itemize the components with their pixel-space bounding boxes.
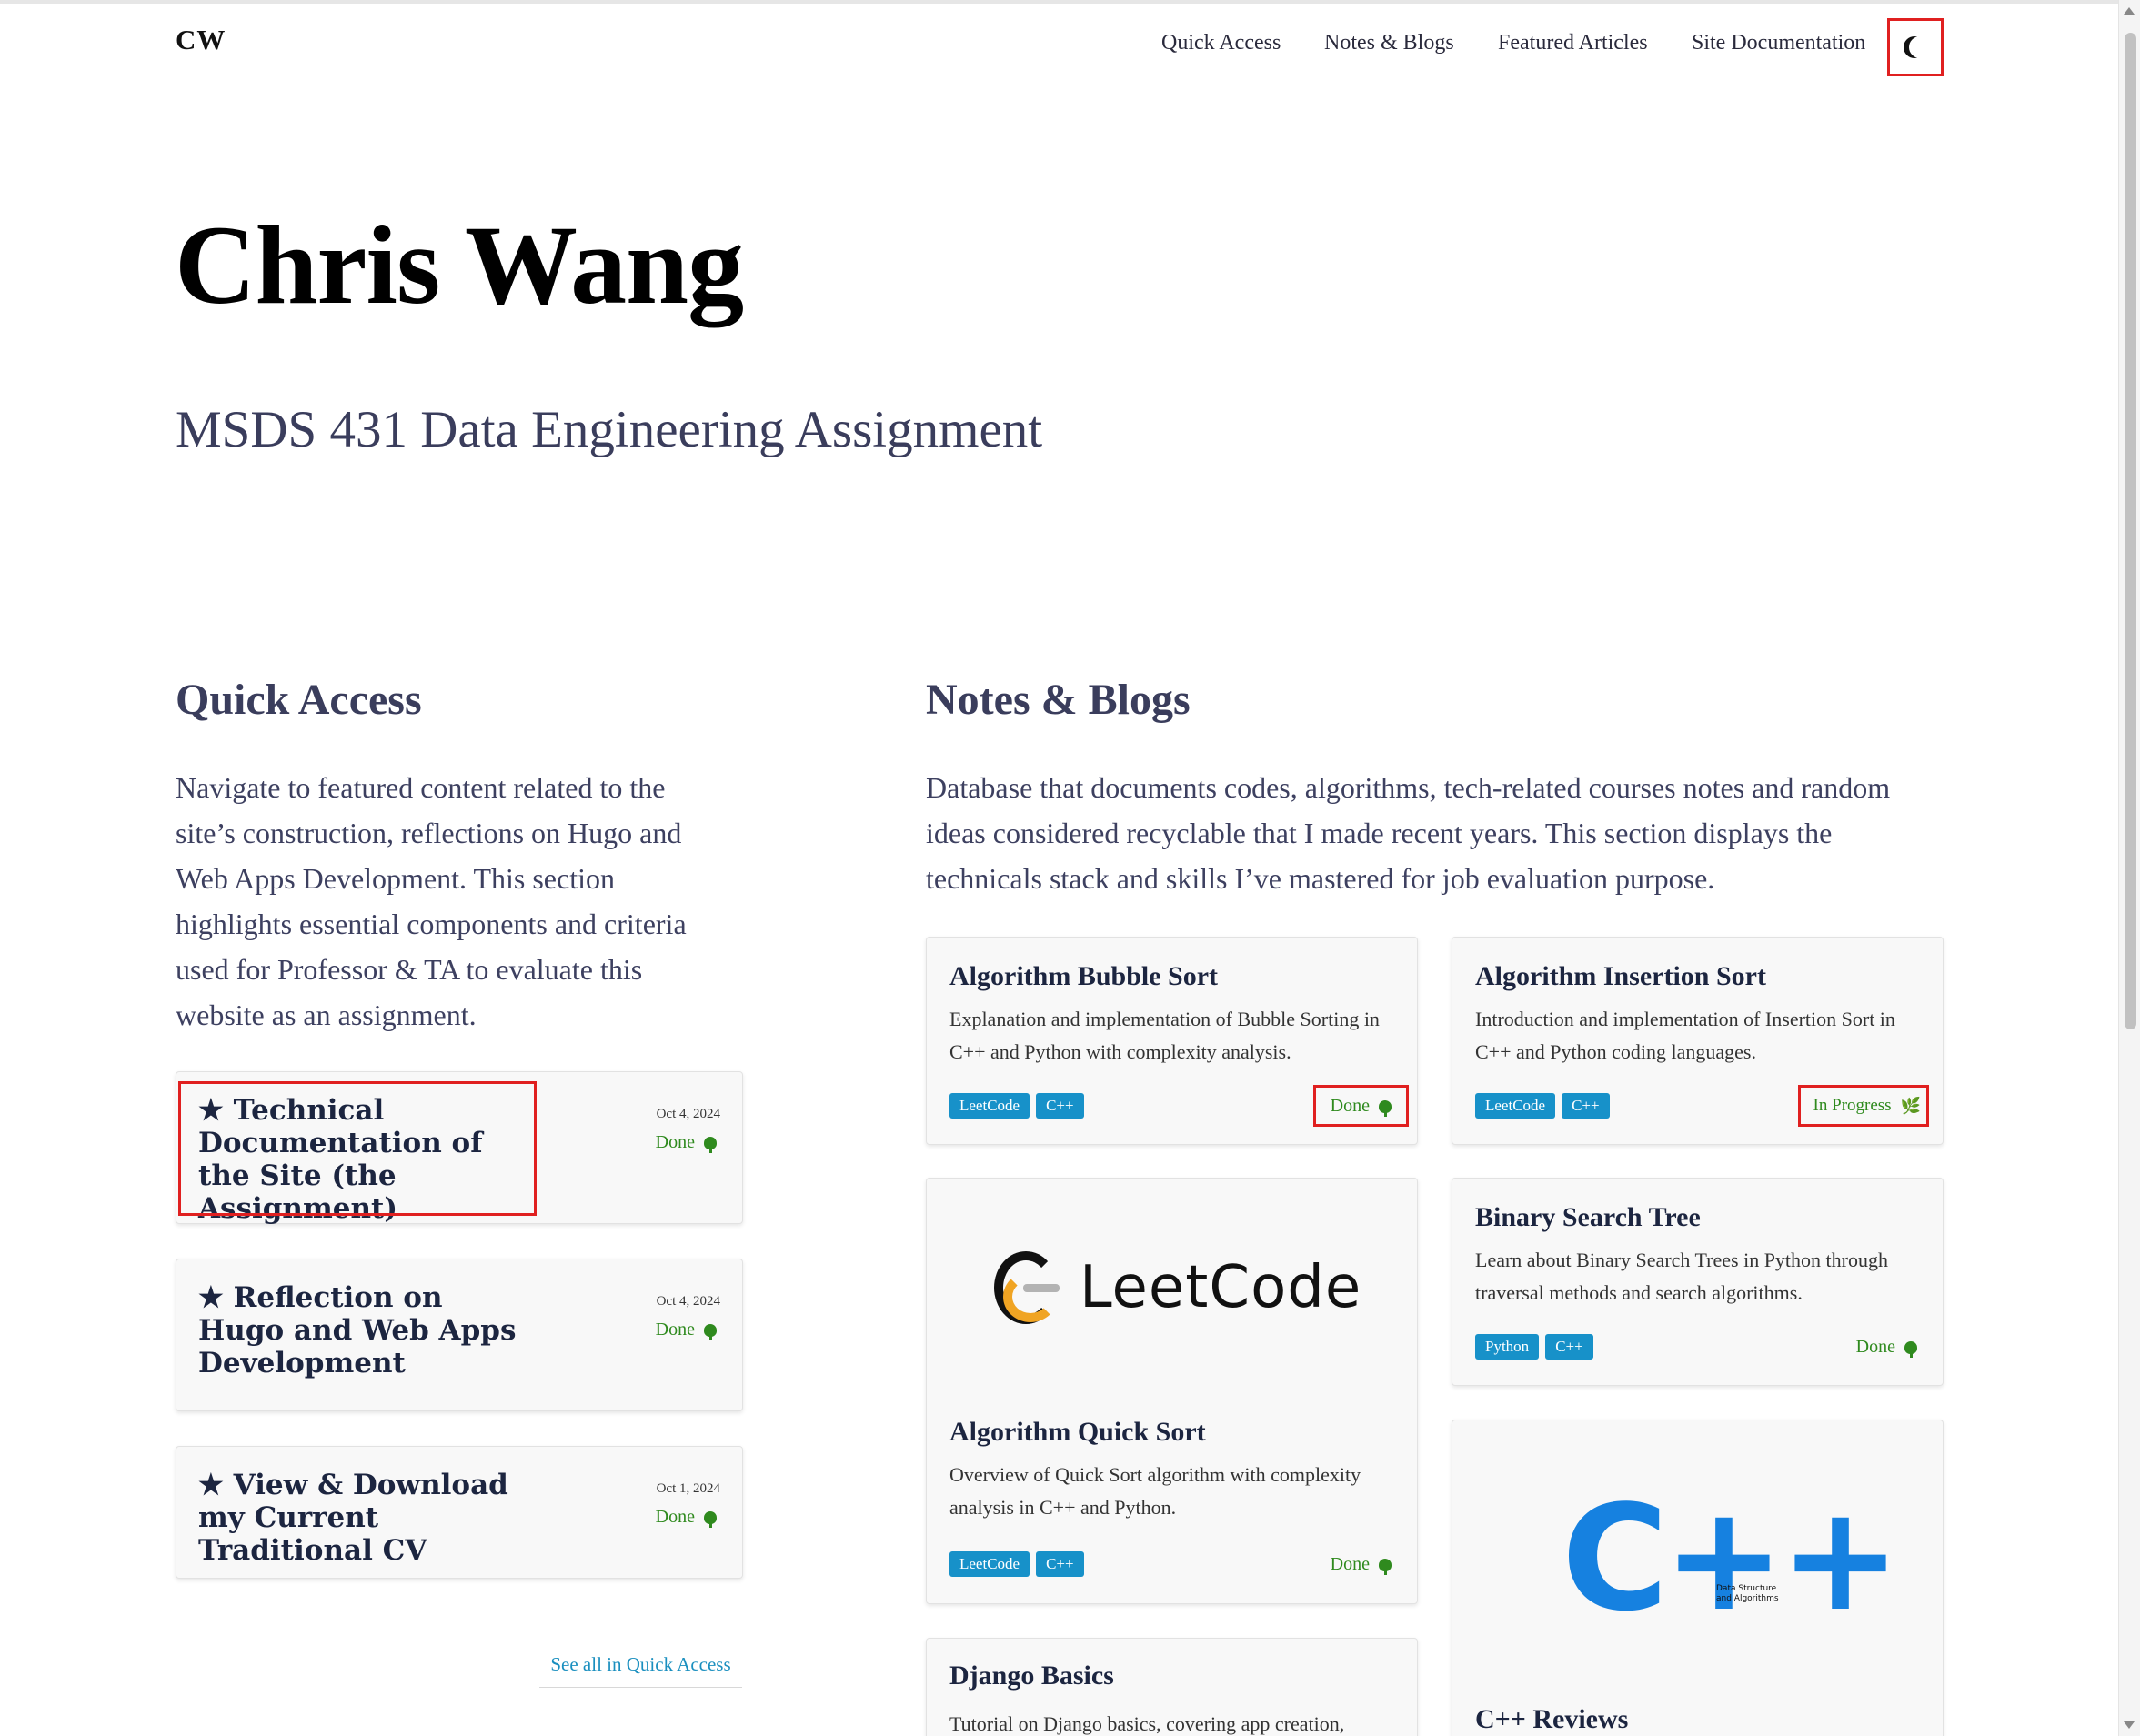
card-date: Oct 4, 2024	[656, 1294, 720, 1309]
tag-badge[interactable]: Python	[1475, 1334, 1540, 1360]
nav-quick-access[interactable]: Quick Access	[1161, 31, 1281, 55]
nav-featured-articles[interactable]: Featured Articles	[1498, 31, 1648, 55]
tag-list: Python C++	[1475, 1334, 1593, 1360]
card-title[interactable]: Django Basics	[949, 1661, 1114, 1691]
tag-list: LeetCode C++	[1475, 1093, 1610, 1119]
quick-access-heading: Quick Access	[176, 676, 422, 724]
page-title: Chris Wang	[175, 203, 744, 327]
status-label: Done	[1855, 1337, 1895, 1357]
note-card[interactable]: C++ Data Structure and Algorithms C++ Re…	[1452, 1420, 1944, 1736]
moon-icon	[1909, 36, 1931, 58]
note-card[interactable]: Django Basics Tutorial on Django basics,…	[926, 1638, 1418, 1736]
status-label: Done	[655, 1132, 695, 1152]
cpp-logo-image: C++	[1562, 1473, 1902, 1643]
tag-list: LeetCode C++	[949, 1093, 1084, 1119]
theme-toggle-button[interactable]	[1887, 18, 1944, 76]
status-badge: Done	[656, 1320, 717, 1340]
tag-badge[interactable]: C++	[1562, 1093, 1610, 1119]
nav-site-documentation[interactable]: Site Documentation	[1692, 31, 1865, 55]
status-badge: Done	[656, 1507, 717, 1528]
note-card[interactable]: Binary Search Tree Learn about Binary Se…	[1452, 1178, 1944, 1386]
page-subtitle: MSDS 431 Data Engineering Assignment	[176, 401, 1043, 458]
see-all-quick-access-link[interactable]: See all in Quick Access	[539, 1653, 742, 1688]
highlight-box	[1313, 1085, 1409, 1127]
highlight-box	[178, 1081, 537, 1216]
status-badge: Done	[656, 1132, 717, 1153]
card-description: Overview of Quick Sort algorithm with co…	[949, 1463, 1361, 1519]
quick-access-description: Navigate to featured content related to …	[176, 771, 687, 1031]
tree-icon	[704, 1323, 717, 1340]
tree-icon	[704, 1510, 717, 1528]
status-label: Done	[1330, 1554, 1370, 1574]
browser-top-edge	[0, 0, 2140, 4]
notes-blogs-heading: Notes & Blogs	[926, 676, 1191, 724]
status-badge: Done	[1856, 1337, 1917, 1358]
card-title[interactable]: C++ Reviews	[1475, 1704, 1628, 1735]
leetcode-logo-image: LeetCode	[990, 1242, 1361, 1333]
tag-list: LeetCode C++	[949, 1551, 1084, 1577]
card-title[interactable]: Algorithm Insertion Sort	[1475, 961, 1766, 992]
status-badge: Done	[1331, 1554, 1392, 1575]
card-title[interactable]: ★ View & Download my Current Traditional…	[198, 1469, 544, 1567]
card-date: Oct 4, 2024	[656, 1107, 720, 1121]
status-label: Done	[655, 1507, 695, 1527]
tree-icon	[1379, 1558, 1392, 1575]
scroll-up-arrow-icon[interactable]	[2124, 7, 2135, 15]
card-title[interactable]: Algorithm Bubble Sort	[949, 961, 1218, 992]
cpp-logo-caption: Data Structure and Algorithms	[1716, 1584, 1779, 1603]
highlight-box	[1798, 1085, 1929, 1127]
card-title[interactable]: Binary Search Tree	[1475, 1202, 1701, 1233]
leetcode-icon	[990, 1242, 1060, 1333]
card-description: Learn about Binary Search Trees in Pytho…	[1475, 1249, 1888, 1304]
tag-badge[interactable]: C++	[1545, 1334, 1593, 1360]
note-card[interactable]: Algorithm Insertion Sort Introduction an…	[1452, 937, 1944, 1145]
card-description: Tutorial on Django basics, covering app …	[949, 1712, 1345, 1735]
notes-blogs-description: Database that documents codes, algorithm…	[926, 771, 1891, 895]
note-card[interactable]: LeetCode Algorithm Quick Sort Overview o…	[926, 1178, 1418, 1604]
scroll-down-arrow-icon[interactable]	[2124, 1721, 2135, 1729]
quick-access-card[interactable]: ★ Technical Documentation of the Site (t…	[176, 1071, 743, 1225]
quick-access-card[interactable]: ★ View & Download my Current Traditional…	[176, 1446, 743, 1579]
vertical-scrollbar[interactable]	[2118, 0, 2140, 1736]
tree-icon	[1904, 1340, 1917, 1358]
card-date: Oct 1, 2024	[656, 1481, 720, 1496]
tag-badge[interactable]: LeetCode	[949, 1551, 1030, 1577]
card-title[interactable]: ★ Reflection on Hugo and Web Apps Develo…	[198, 1281, 521, 1380]
card-description: Explanation and implementation of Bubble…	[949, 1008, 1380, 1063]
scrollbar-thumb[interactable]	[2125, 33, 2136, 1029]
quick-access-card[interactable]: ★ Reflection on Hugo and Web Apps Develo…	[176, 1259, 743, 1411]
tree-icon	[704, 1136, 717, 1153]
tag-badge[interactable]: C++	[1036, 1093, 1084, 1119]
card-description: Introduction and implementation of Inser…	[1475, 1008, 1895, 1063]
tag-badge[interactable]: C++	[1036, 1551, 1084, 1577]
tag-badge[interactable]: LeetCode	[949, 1093, 1030, 1119]
card-title[interactable]: Algorithm Quick Sort	[949, 1417, 1206, 1448]
nav-notes-blogs[interactable]: Notes & Blogs	[1324, 31, 1454, 55]
status-label: Done	[655, 1320, 695, 1340]
tag-badge[interactable]: LeetCode	[1475, 1093, 1556, 1119]
site-logo[interactable]: CW	[176, 24, 226, 56]
note-card[interactable]: Algorithm Bubble Sort Explanation and im…	[926, 937, 1418, 1145]
leetcode-wordmark: LeetCode	[1080, 1254, 1362, 1321]
